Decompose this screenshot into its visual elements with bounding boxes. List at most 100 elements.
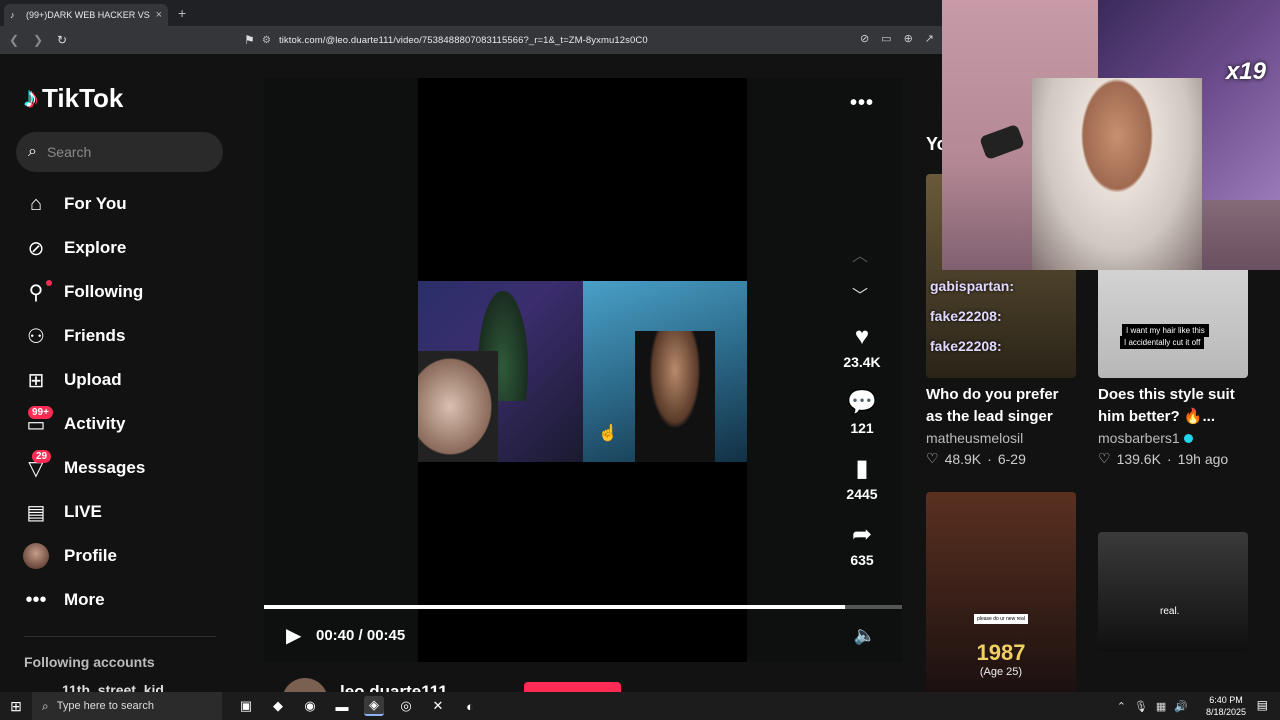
save-button[interactable]: ▮ 2445 [834, 454, 890, 502]
task-view-icon[interactable]: ▣ [236, 696, 256, 716]
logo-text: TikTok [42, 82, 124, 113]
compass-icon: ⊘ [27, 237, 45, 260]
search-box[interactable]: ⌕ [16, 132, 223, 172]
follow-button[interactable] [524, 682, 621, 692]
more-options-icon[interactable]: ••• [850, 92, 874, 115]
comment-button[interactable]: 💬 121 [834, 388, 890, 436]
volume-icon[interactable]: 🔊 [1174, 700, 1188, 713]
sidebar-item-explore[interactable]: ⊘ Explore [22, 226, 145, 270]
windows-start-icon[interactable]: ⊞ [0, 698, 32, 715]
tiktok-note-icon: ♪ [24, 82, 38, 113]
taskbar-clock[interactable]: 6:40 PM 8/18/2025 [1206, 694, 1246, 718]
profile-avatar [22, 542, 50, 570]
network-icon[interactable]: ▦ [1156, 700, 1166, 713]
author-name[interactable]: leo.duarte111 [340, 682, 448, 692]
sidebar-item-label: Explore [64, 238, 127, 257]
sidebar-item-profile[interactable]: Profile [22, 534, 145, 578]
sidebar-nav: ⌂ For You ⊘ Explore ⚲ Following ⚇ Friend… [22, 182, 145, 622]
video-caption[interactable]: Who do you prefer as the lead singer o..… [926, 384, 1076, 428]
video-content[interactable] [418, 281, 747, 462]
forward-arrow-icon[interactable]: ❯ [28, 33, 48, 47]
video-thumbnail[interactable]: please do ur new real 1987 (Age 25) [926, 492, 1076, 696]
video-card-4[interactable]: real. [1098, 532, 1248, 652]
video-left-stream [418, 281, 583, 462]
live-icon: ▤ [26, 501, 46, 524]
sidebar-item-for-you[interactable]: ⌂ For You [22, 182, 145, 226]
video-card-3[interactable]: please do ur new real 1987 (Age 25) [926, 492, 1076, 696]
play-icon[interactable]: ▶ [286, 623, 310, 648]
like-button[interactable]: ♥ 23.4K [834, 322, 890, 370]
browser-tab-bar: ♪ (99+)DARK WEB HACKER VS INT × + [0, 0, 942, 26]
mic-icon[interactable]: 🎙 [1134, 700, 1148, 713]
bookmark-icon[interactable]: ⚑ [244, 33, 255, 47]
author-avatar[interactable] [282, 678, 328, 692]
mouse-cursor-icon: ☝ [598, 425, 618, 442]
steam-icon[interactable]: ◎ [396, 696, 416, 716]
share-arrow-icon: ➦ [851, 521, 873, 548]
previous-video-icon[interactable]: ︿ [852, 242, 868, 266]
video-author[interactable]: matheusmelosil [926, 430, 1076, 446]
zoom-icon[interactable]: ⊕ [904, 32, 913, 45]
sidebar-item-messages[interactable]: ▽ 29 Messages [22, 446, 145, 490]
sidebar-item-label: Activity [64, 414, 126, 433]
excel-icon[interactable]: ✕ [428, 696, 448, 716]
reload-icon[interactable]: ↻ [52, 33, 72, 47]
post-date: 19h ago [1177, 450, 1229, 467]
browser-tab[interactable]: ♪ (99+)DARK WEB HACKER VS INT × [4, 4, 168, 26]
taskbar-search[interactable]: ⌕ Type here to search [32, 692, 222, 720]
new-tab-button[interactable]: + [178, 5, 186, 21]
video-thumbnail[interactable]: real. [1098, 532, 1248, 652]
notification-dot [46, 280, 52, 286]
sidebar-item-activity[interactable]: ▭ 99+ Activity [22, 402, 145, 446]
sidebar: ♪ TikTok ⌕ ⌂ For You ⊘ Explore ⚲ Followi… [0, 54, 240, 698]
webcam-overlay: x19 [942, 0, 1280, 270]
site-info-icon[interactable]: ⚙ [262, 35, 271, 46]
url-text[interactable]: tiktok.com/@leo.duarte111/video/75384888… [279, 35, 648, 46]
copilot-icon[interactable]: ◆ [268, 696, 288, 716]
notifications-icon[interactable]: ▤ [1257, 698, 1268, 712]
browser-toolbar: ❮ ❯ ↻ ⚑ ⚙ tiktok.com/@leo.duarte111/vide… [0, 26, 942, 54]
no-tracking-icon[interactable]: ⊘ [860, 32, 869, 45]
sidebar-item-label: More [64, 590, 105, 609]
chevron-up-icon[interactable]: ⌃ [1117, 700, 1126, 713]
video-caption[interactable]: Does this style suit him better? 🔥... [1098, 384, 1248, 428]
verified-icon [1183, 434, 1193, 443]
chat-line: gabispartan: [930, 278, 1015, 294]
cast-icon[interactable]: ▭ [881, 32, 891, 45]
edge-icon[interactable]: ◉ [300, 696, 320, 716]
back-arrow-icon[interactable]: ❮ [4, 33, 24, 47]
video-author-row[interactable]: mosbarbers1 [1098, 430, 1248, 446]
next-video-icon[interactable]: ﹀ [852, 282, 868, 306]
share-button[interactable]: ➦ 635 [834, 520, 890, 568]
separator: · [1166, 450, 1172, 467]
thumbnail-age: (Age 25) [979, 666, 1023, 678]
clock-date: 8/18/2025 [1205, 707, 1246, 717]
discord-icon[interactable]: ◐ [460, 696, 480, 716]
volume-icon[interactable]: 🔈 [854, 625, 876, 646]
tiktok-logo[interactable]: ♪ TikTok [24, 82, 123, 114]
video-progress-bar[interactable] [264, 605, 902, 609]
sidebar-item-upload[interactable]: ⊞ Upload [22, 358, 145, 402]
search-input[interactable] [46, 144, 197, 160]
browser-app-icon[interactable]: ◈ [364, 696, 384, 716]
thumbnail-sticker: I accidentally cut it off [1120, 336, 1205, 349]
avatar [23, 543, 49, 569]
clock-time: 6:40 PM [1209, 695, 1243, 705]
sidebar-item-following[interactable]: ⚲ Following [22, 270, 145, 314]
sidebar-item-more[interactable]: ••• More [22, 578, 145, 622]
more-icon: ••• [25, 588, 47, 611]
share-count: 635 [850, 552, 874, 568]
address-bar[interactable]: ⚙ tiktok.com/@leo.duarte111/video/753848… [256, 30, 942, 50]
video-progress-fill [264, 605, 845, 609]
file-explorer-icon[interactable]: ▬ [332, 696, 352, 716]
video-player[interactable]: ☝ ••• ︿ ﹀ ♥ 23.4K 💬 121 ▮ 2445 ➦ 635 ▶ 0… [264, 78, 902, 662]
sidebar-item-live[interactable]: ▤ LIVE [22, 490, 145, 534]
sidebar-item-label: Messages [64, 458, 146, 477]
video-author: mosbarbers1 [1098, 430, 1180, 446]
heart-outline-icon: ♡ [926, 450, 939, 466]
sidebar-item-friends[interactable]: ⚇ Friends [22, 314, 145, 358]
like-count: 23.4K [843, 354, 881, 370]
share-icon[interactable]: ↗ [925, 32, 934, 45]
home-icon: ⌂ [29, 192, 43, 215]
close-tab-icon[interactable]: × [156, 9, 162, 21]
